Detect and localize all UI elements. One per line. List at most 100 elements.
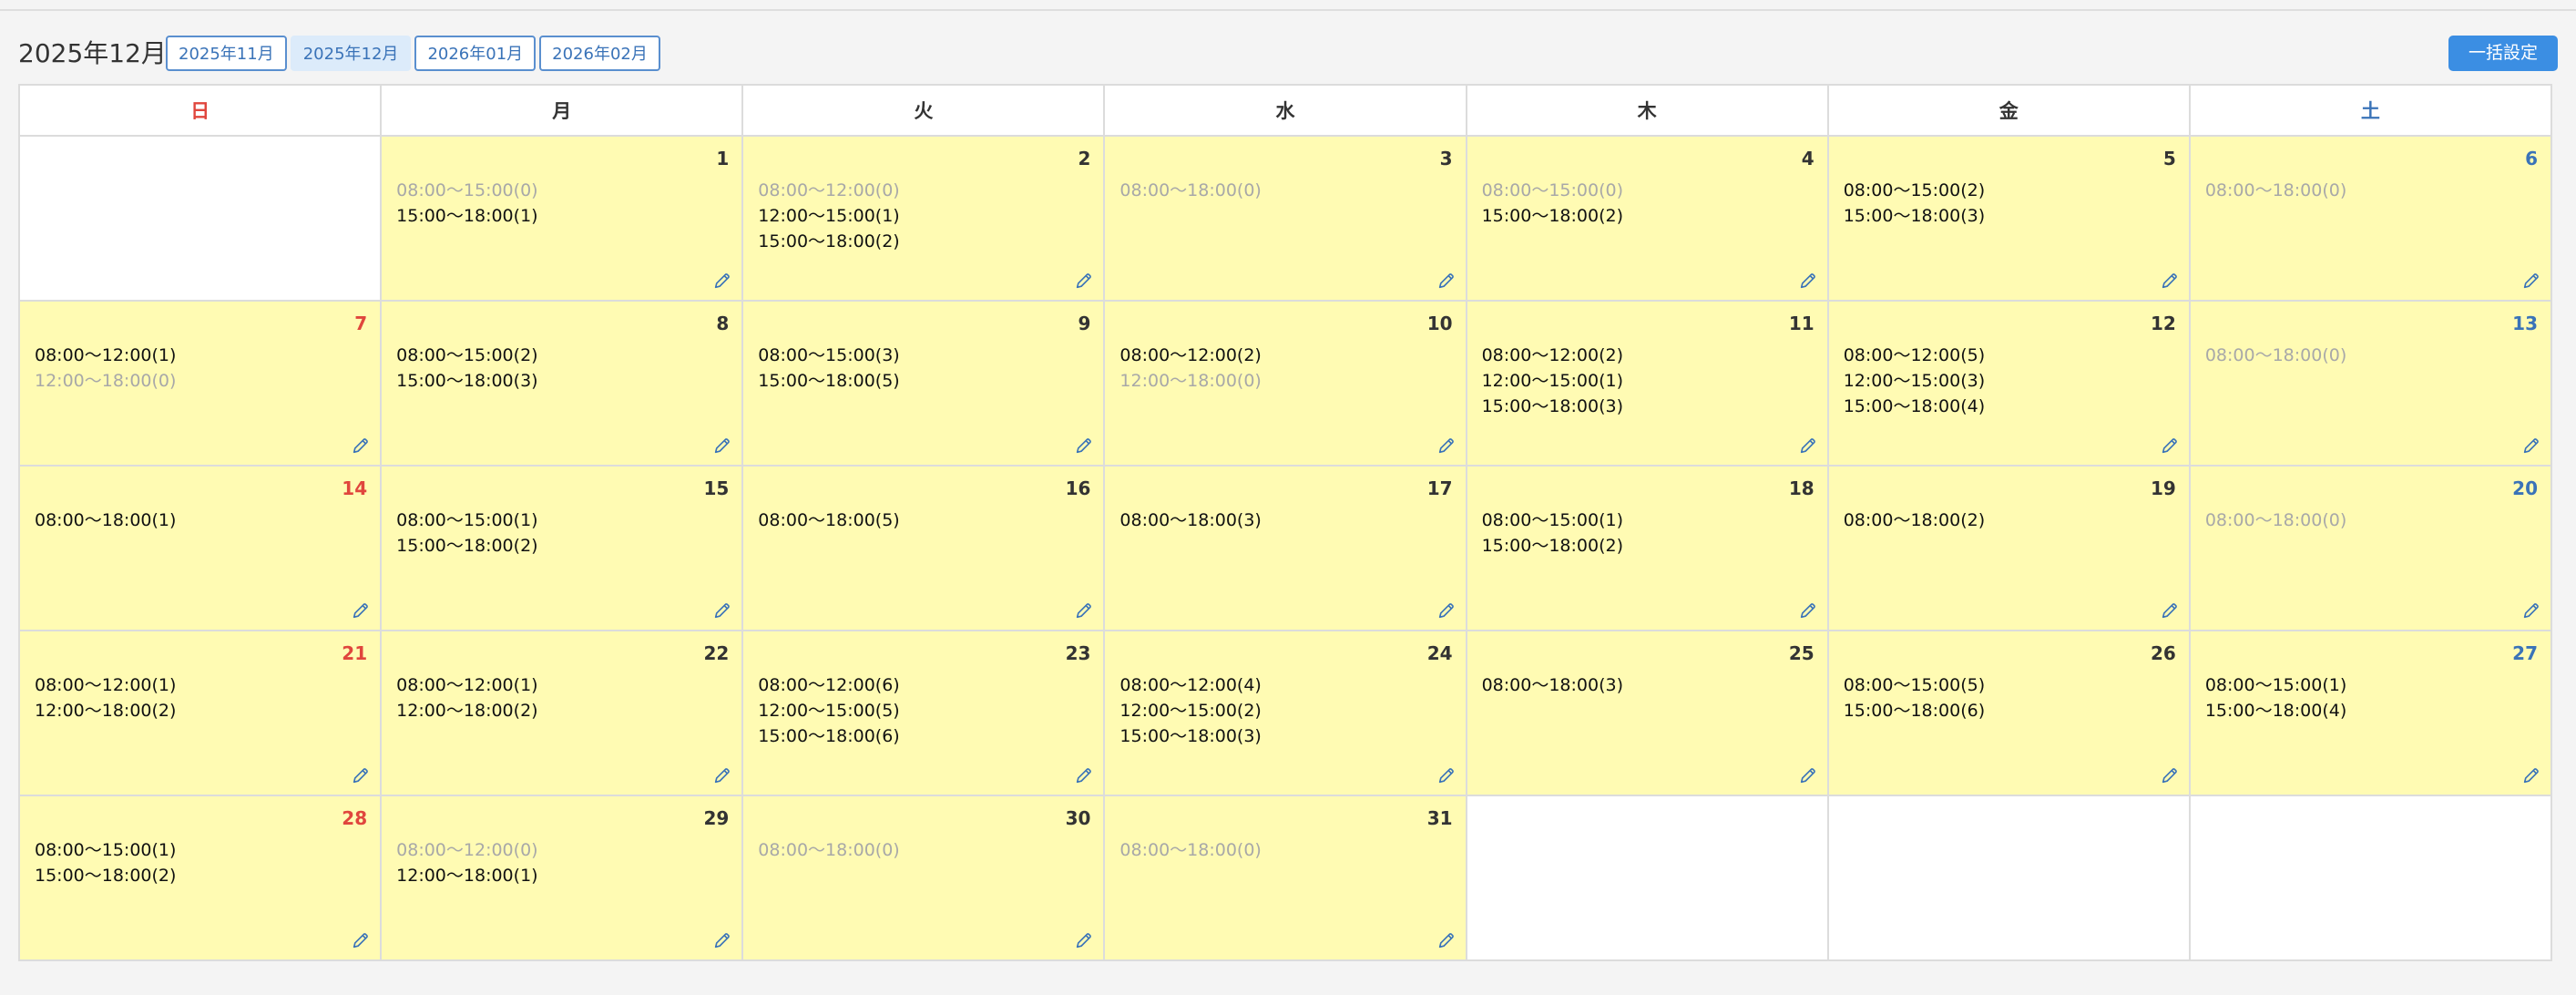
- day-cell-content: 6 08:00〜18:00(0): [2191, 137, 2550, 298]
- pencil-icon[interactable]: [2160, 765, 2180, 785]
- day-cell-content: 14 08:00〜18:00(1): [20, 467, 380, 628]
- pencil-icon[interactable]: [712, 600, 732, 621]
- pencil-icon[interactable]: [1074, 600, 1094, 621]
- time-slot-list: 08:00〜15:00(2) 15:00〜18:00(3): [1844, 178, 1985, 229]
- pencil-icon[interactable]: [2160, 271, 2180, 291]
- day-cell: 1 08:00〜15:00(0) 15:00〜18:00(1): [380, 135, 744, 302]
- day-number: 28: [342, 807, 368, 829]
- month-button-2025-12[interactable]: 2025年12月: [290, 36, 412, 71]
- month-button-2026-02[interactable]: 2026年02月: [539, 36, 660, 71]
- empty-day-cell: [1465, 795, 1829, 961]
- time-slot: 08:00〜15:00(0): [1481, 180, 1623, 200]
- day-cell-content: 4 08:00〜15:00(0) 15:00〜18:00(2): [1467, 137, 1827, 298]
- pencil-icon[interactable]: [2521, 765, 2541, 785]
- day-cell-content: 3 08:00〜18:00(0): [1105, 137, 1465, 298]
- time-slot-list: 08:00〜12:00(1) 12:00〜18:00(2): [396, 672, 537, 723]
- day-cell-content: 15 08:00〜15:00(1) 15:00〜18:00(2): [382, 467, 741, 628]
- pencil-icon[interactable]: [712, 765, 732, 785]
- day-cell: 30 08:00〜18:00(0): [741, 795, 1106, 961]
- day-cell-content: 27 08:00〜15:00(1) 15:00〜18:00(4): [2191, 631, 2550, 793]
- day-cell-content: 18 08:00〜15:00(1) 15:00〜18:00(2): [1467, 467, 1827, 628]
- pencil-icon[interactable]: [1436, 271, 1457, 291]
- pencil-icon[interactable]: [2521, 600, 2541, 621]
- time-slot-list: 08:00〜18:00(2): [1844, 508, 1985, 533]
- pencil-icon[interactable]: [1074, 930, 1094, 950]
- time-slot: 08:00〜12:00(1): [396, 675, 538, 695]
- pencil-icon[interactable]: [1074, 765, 1094, 785]
- pencil-icon[interactable]: [1798, 600, 1818, 621]
- pencil-icon[interactable]: [351, 930, 371, 950]
- time-slot: 15:00〜18:00(6): [758, 726, 900, 746]
- time-slot: 08:00〜12:00(6): [758, 675, 900, 695]
- pencil-icon[interactable]: [712, 930, 732, 950]
- time-slot: 12:00〜18:00(2): [396, 701, 538, 721]
- time-slot: 15:00〜18:00(3): [1481, 396, 1623, 416]
- time-slot: 08:00〜12:00(4): [1119, 675, 1262, 695]
- pencil-icon[interactable]: [712, 436, 732, 456]
- time-slot: 15:00〜18:00(3): [396, 371, 538, 391]
- pencil-icon[interactable]: [1436, 930, 1457, 950]
- time-slot-list: 08:00〜12:00(0) 12:00〜18:00(1): [396, 837, 537, 888]
- time-slot-list: 08:00〜12:00(2) 12:00〜15:00(1) 15:00〜18:00(…: [1482, 343, 1623, 419]
- month-button-2025-11[interactable]: 2025年11月: [166, 36, 287, 71]
- bulk-settings-button[interactable]: 一括設定: [2448, 36, 2558, 71]
- time-slot: 08:00〜18:00(0): [2204, 180, 2347, 200]
- pencil-icon[interactable]: [351, 600, 371, 621]
- weekday-thursday: 木: [1465, 84, 1829, 137]
- day-number: 14: [342, 477, 368, 499]
- pencil-icon[interactable]: [2160, 600, 2180, 621]
- time-slot-list: 08:00〜15:00(5) 15:00〜18:00(6): [1844, 672, 1985, 723]
- time-slot: 08:00〜18:00(0): [2204, 510, 2347, 530]
- day-cell: 3 08:00〜18:00(0): [1103, 135, 1467, 302]
- time-slot: 08:00〜15:00(1): [35, 840, 177, 860]
- time-slot: 08:00〜18:00(0): [1119, 840, 1262, 860]
- time-slot: 08:00〜18:00(2): [1843, 510, 1986, 530]
- calendar-header: 2025年12月 2025年11月 2025年12月 2026年01月 2026…: [18, 35, 2558, 73]
- time-slot-list: 08:00〜12:00(5) 12:00〜15:00(3) 15:00〜18:00(…: [1844, 343, 1985, 419]
- day-cell-content: 12 08:00〜12:00(5) 12:00〜15:00(3) 15:00〜18:0…: [1829, 302, 2189, 463]
- time-slot-list: 08:00〜15:00(1) 15:00〜18:00(4): [2205, 672, 2346, 723]
- day-number: 12: [2151, 313, 2176, 334]
- time-slot: 08:00〜12:00(2): [1119, 345, 1262, 365]
- time-slot: 15:00〜18:00(2): [35, 866, 177, 886]
- time-slot: 08:00〜15:00(1): [2204, 675, 2347, 695]
- pencil-icon[interactable]: [2160, 436, 2180, 456]
- time-slot: 15:00〜18:00(2): [1481, 206, 1623, 226]
- pencil-icon[interactable]: [351, 436, 371, 456]
- pencil-icon[interactable]: [1436, 600, 1457, 621]
- day-cell: 18 08:00〜15:00(1) 15:00〜18:00(2): [1465, 465, 1829, 631]
- time-slot-list: 08:00〜15:00(1) 15:00〜18:00(2): [1482, 508, 1623, 559]
- pencil-icon[interactable]: [712, 271, 732, 291]
- day-cell-content: 30 08:00〜18:00(0): [743, 796, 1103, 958]
- day-number: 2: [1078, 148, 1091, 169]
- time-slot: 08:00〜18:00(3): [1481, 675, 1623, 695]
- day-number: 11: [1788, 313, 1814, 334]
- day-cell-content: 13 08:00〜18:00(0): [2191, 302, 2550, 463]
- day-number: 1: [716, 148, 730, 169]
- pencil-icon[interactable]: [1074, 271, 1094, 291]
- weekday-saturday: 土: [2188, 84, 2553, 137]
- pencil-icon[interactable]: [2521, 271, 2541, 291]
- time-slot-list: 08:00〜18:00(0): [758, 837, 899, 863]
- pencil-icon[interactable]: [1074, 436, 1094, 456]
- time-slot-list: 08:00〜18:00(0): [1119, 837, 1261, 863]
- pencil-icon[interactable]: [1436, 765, 1457, 785]
- day-cell: 28 08:00〜15:00(1) 15:00〜18:00(2): [17, 795, 383, 961]
- day-cell-content: 5 08:00〜15:00(2) 15:00〜18:00(3): [1829, 137, 2189, 298]
- day-cell: 21 08:00〜12:00(1) 12:00〜18:00(2): [17, 630, 383, 796]
- month-button-2026-01[interactable]: 2026年01月: [414, 36, 537, 71]
- pencil-icon[interactable]: [1798, 765, 1818, 785]
- pencil-icon[interactable]: [1798, 436, 1818, 456]
- day-cell: 11 08:00〜12:00(2) 12:00〜15:00(1) 15:00〜18:0…: [1465, 300, 1829, 467]
- day-cell-content: 23 08:00〜12:00(6) 12:00〜15:00(5) 15:00〜18:0…: [743, 631, 1103, 793]
- day-cell: 31 08:00〜18:00(0): [1103, 795, 1467, 961]
- day-cell: 7 08:00〜12:00(1) 12:00〜18:00(0): [17, 300, 383, 467]
- pencil-icon[interactable]: [1436, 436, 1457, 456]
- pencil-icon[interactable]: [1798, 271, 1818, 291]
- pencil-icon[interactable]: [2521, 436, 2541, 456]
- day-cell-content: 8 08:00〜15:00(2) 15:00〜18:00(3): [382, 302, 741, 463]
- time-slot-list: 08:00〜18:00(3): [1119, 508, 1261, 533]
- day-cell-content: 11 08:00〜12:00(2) 12:00〜15:00(1) 15:00〜18:0…: [1467, 302, 1827, 463]
- day-number: 7: [354, 313, 368, 334]
- pencil-icon[interactable]: [351, 765, 371, 785]
